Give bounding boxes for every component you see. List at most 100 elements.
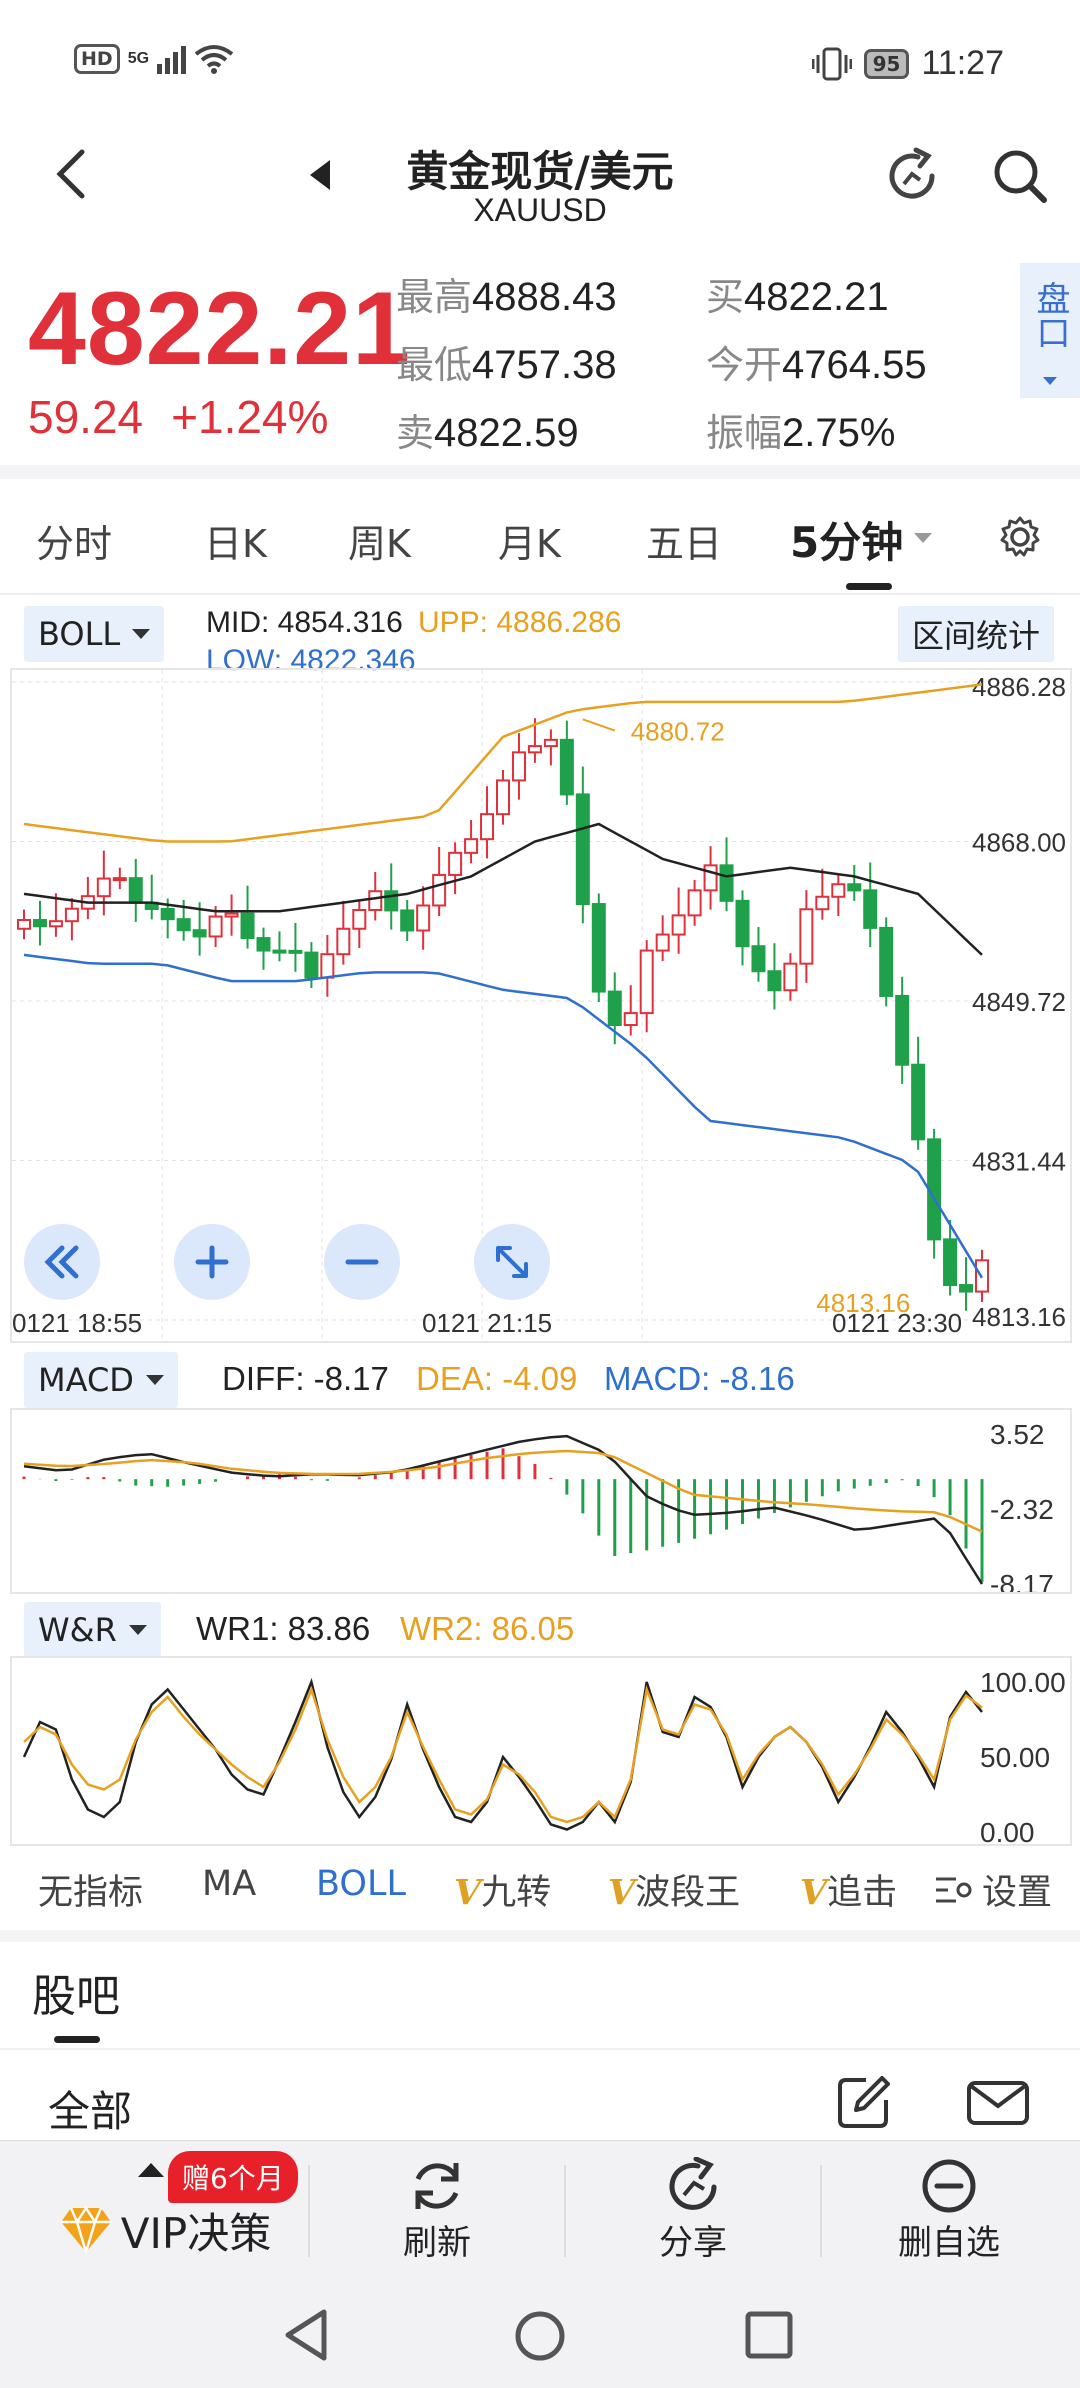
stat-sell-value: 4822.59 xyxy=(434,411,579,455)
divider xyxy=(564,2165,566,2257)
divider xyxy=(0,2048,1080,2050)
macd-selector[interactable]: MACD xyxy=(24,1352,178,1408)
indicator-jiuzhuan-label: 九转 xyxy=(481,1873,552,1913)
candle-body xyxy=(400,909,415,932)
candle-body xyxy=(496,779,510,816)
tab-month-k[interactable]: 月K xyxy=(498,513,561,568)
candle-body xyxy=(607,990,622,1027)
candle-body xyxy=(559,738,574,796)
vip-v-icon: V xyxy=(800,1872,828,1913)
candle-body xyxy=(192,929,207,938)
plus-icon xyxy=(195,1245,229,1279)
annotation-leader xyxy=(582,718,616,732)
candle-body xyxy=(623,1012,638,1027)
guba-title[interactable]: 股吧 xyxy=(32,1960,120,2024)
indicator-zhuiji[interactable]: V追击 xyxy=(800,1864,920,1915)
tab-5min[interactable]: 5分钟 xyxy=(790,509,903,570)
scroll-left-button[interactable] xyxy=(24,1224,100,1300)
boll-upp: UPP: 4886.286 xyxy=(418,606,622,639)
candle-body xyxy=(831,883,846,898)
candle-body xyxy=(384,890,399,912)
share-icon xyxy=(669,2156,717,2210)
zoom-out-button[interactable] xyxy=(324,1224,400,1300)
active-tab-indicator xyxy=(846,583,892,590)
edit-post-icon[interactable] xyxy=(836,2074,892,2130)
tab-five-day[interactable]: 五日 xyxy=(646,513,722,568)
refresh-button[interactable]: 刷新 xyxy=(312,2141,562,2279)
nav-home-icon[interactable] xyxy=(512,2308,568,2364)
indicator-boll[interactable]: BOLL xyxy=(316,1864,406,1904)
minus-icon xyxy=(345,1259,379,1265)
macd-chart[interactable]: 3.52 -2.32 -8.17 xyxy=(10,1408,1072,1594)
vip-v-icon: V xyxy=(608,1872,636,1913)
zoom-in-button[interactable] xyxy=(174,1224,250,1300)
gear-icon[interactable] xyxy=(998,515,1042,559)
wr-selector-label: W&R xyxy=(38,1611,117,1649)
status-right: 95 11:27 xyxy=(811,44,1004,83)
battery-icon: 95 xyxy=(863,48,910,79)
y-axis-tick: 4849.72 xyxy=(972,987,1066,1017)
candle-body xyxy=(575,793,590,906)
tab-fenshi[interactable]: 分时 xyxy=(36,513,112,568)
caret-down-icon xyxy=(1043,377,1057,385)
bottom-action-bar: VIP决策 赠6个月 刷新 分享 删自选 xyxy=(0,2140,1080,2278)
filter-all[interactable]: 全部 xyxy=(48,2078,132,2139)
indicator-none[interactable]: 无指标 xyxy=(38,1864,143,1915)
caret-down-icon xyxy=(128,1625,147,1635)
macd-diff: DIFF: -8.17 xyxy=(222,1360,389,1397)
candle-body xyxy=(543,738,558,748)
macd-y-tick: -8.17 xyxy=(990,1569,1054,1594)
macd-y-tick: -2.32 xyxy=(990,1494,1054,1525)
wifi-icon xyxy=(194,45,234,74)
share-button[interactable]: 分享 xyxy=(568,2141,818,2279)
indicator-boduan[interactable]: V波段王 xyxy=(608,1864,740,1915)
candle-body xyxy=(847,883,862,892)
stat-low: 最低4757.38 xyxy=(396,334,617,389)
stat-buy: 买4822.21 xyxy=(706,266,889,321)
divider xyxy=(308,2165,310,2257)
tab-dropdown-icon[interactable] xyxy=(914,533,932,543)
stat-low-label: 最低 xyxy=(396,343,473,387)
search-icon[interactable] xyxy=(990,146,1050,206)
refresh-share-icon[interactable] xyxy=(882,146,942,206)
wr2-value: WR2: 86.05 xyxy=(400,1610,575,1647)
stat-amp-label: 振幅 xyxy=(706,411,783,455)
indicator-jiuzhuan[interactable]: V九转 xyxy=(454,1864,551,1915)
system-nav-bar xyxy=(0,2278,1080,2388)
candle-body xyxy=(591,903,606,993)
stat-sell-label: 卖 xyxy=(396,411,435,455)
stat-buy-label: 买 xyxy=(706,275,745,319)
wr-chart[interactable]: 100.0050.000.00 xyxy=(10,1656,1072,1846)
macd-y-tick: 3.52 xyxy=(990,1419,1045,1450)
pankou-button[interactable]: 盘口 xyxy=(1020,263,1080,398)
candle-body xyxy=(17,919,31,930)
hd-badge: HD xyxy=(74,44,120,74)
range-stats-button[interactable]: 区间统计 xyxy=(898,606,1055,662)
mail-icon[interactable] xyxy=(966,2080,1030,2126)
diamond-icon xyxy=(60,2206,111,2254)
nav-back-icon[interactable] xyxy=(282,2308,332,2362)
tab-week-k[interactable]: 周K xyxy=(348,513,411,568)
tab-day-k[interactable]: 日K xyxy=(204,513,267,568)
remove-watchlist-label: 删自选 xyxy=(898,2222,1000,2263)
candle-body xyxy=(224,912,239,918)
change-percent: +1.24% xyxy=(171,391,329,443)
change-value: 59.24 xyxy=(28,391,144,443)
candle-body xyxy=(943,1238,958,1287)
stat-buy-value: 4822.21 xyxy=(744,275,889,319)
candle-body xyxy=(895,994,910,1066)
fullscreen-button[interactable] xyxy=(474,1224,550,1300)
indicator-ma[interactable]: MA xyxy=(202,1864,256,1904)
stat-amp-value: 2.75% xyxy=(782,411,896,455)
boll-selector[interactable]: BOLL xyxy=(24,606,165,662)
pankou-label: 盘口 xyxy=(1030,281,1070,349)
share-label: 分享 xyxy=(659,2222,727,2263)
nav-recent-icon[interactable] xyxy=(744,2310,794,2360)
indicator-settings[interactable]: 设置 xyxy=(930,1864,1053,1915)
settings-list-icon xyxy=(936,1877,972,1902)
caret-up-icon[interactable] xyxy=(138,2163,164,2177)
stat-amp: 振幅2.75% xyxy=(706,402,895,457)
wr-selector[interactable]: W&R xyxy=(24,1602,161,1658)
indicator-zhuiji-label: 追击 xyxy=(827,1873,898,1913)
remove-watchlist-button[interactable]: 删自选 xyxy=(824,2141,1074,2279)
